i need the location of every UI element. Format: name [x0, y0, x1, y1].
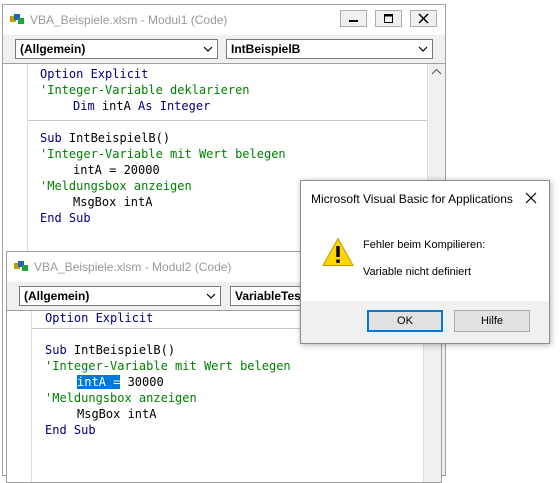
code-line: Option Explicit — [45, 310, 153, 326]
dialog-title: Microsoft Visual Basic for Applications — [311, 192, 513, 206]
code-keyword: Option Explicit — [45, 311, 154, 325]
code-comment: 'Meldungsbox anzeigen — [45, 391, 197, 405]
scroll-up-icon[interactable] — [428, 64, 445, 80]
code-keyword: Dim — [73, 99, 95, 113]
code-line: Sub IntBeispielB() — [45, 342, 175, 358]
error-message-detail: Variable nicht definiert — [363, 266, 472, 278]
compile-error-dialog[interactable]: Microsoft Visual Basic for Applications … — [300, 180, 550, 344]
code-line: End Sub — [40, 210, 91, 226]
code-text: MsgBox intA — [77, 407, 157, 421]
maximize-button[interactable] — [375, 10, 402, 27]
code-line: Dim intA As Integer — [73, 98, 210, 114]
object-combo[interactable]: (Allgemein) — [19, 286, 221, 306]
close-icon[interactable] — [523, 190, 539, 206]
code-line: intA = 20000 — [73, 162, 160, 178]
selected-code: intA = — [77, 375, 121, 389]
procedure-combo[interactable]: VariableTes — [230, 286, 302, 306]
help-button[interactable]: Hilfe — [454, 310, 530, 332]
code-keyword: End Sub — [45, 423, 96, 437]
code-comment: 'Integer-Variable deklarieren — [40, 83, 250, 97]
code-line: Sub IntBeispielB() — [40, 130, 170, 146]
code-comment: 'Meldungsbox anzeigen — [40, 179, 192, 193]
procedure-combo-value: IntBeispielB — [231, 42, 301, 56]
code-comment: 'Integer-Variable mit Wert belegen — [45, 359, 291, 373]
procedure-combo-value: VariableTes — [235, 289, 301, 303]
code-text: IntBeispielB() — [66, 343, 176, 357]
code-gutter[interactable] — [7, 311, 32, 482]
chevron-down-icon — [206, 293, 216, 299]
window-title: VBA_Beispiele.xlsm - Modul2 (Code) — [34, 260, 232, 274]
code-keyword: Option Explicit — [40, 67, 149, 81]
code-line: 'Meldungsbox anzeigen — [45, 390, 197, 406]
minimize-button[interactable] — [340, 10, 367, 27]
close-button[interactable] — [410, 10, 437, 27]
code-toolbar: (Allgemein) IntBeispielB — [3, 35, 445, 63]
code-keyword: Sub — [45, 343, 67, 357]
code-comment: 'Integer-Variable mit Wert belegen — [40, 147, 286, 161]
chevron-down-icon — [418, 46, 428, 52]
warning-icon — [322, 237, 354, 266]
titlebar-modul1[interactable]: VBA_Beispiele.xlsm - Modul1 (Code) — [3, 5, 445, 35]
object-combo[interactable]: (Allgemein) — [15, 39, 218, 59]
code-text: intA = 20000 — [73, 163, 160, 177]
vba-app-icon — [10, 14, 24, 24]
error-message-heading: Fehler beim Kompilieren: — [363, 239, 486, 251]
code-line: End Sub — [45, 422, 96, 438]
code-keyword: End Sub — [40, 211, 91, 225]
ok-button[interactable]: OK — [367, 310, 443, 332]
object-combo-value: (Allgemein) — [20, 42, 86, 56]
window-title: VBA_Beispiele.xlsm - Modul1 (Code) — [30, 13, 228, 27]
code-text: MsgBox intA — [73, 195, 153, 209]
code-text: IntBeispielB() — [61, 131, 171, 145]
code-text: 30000 — [120, 375, 164, 389]
code-line: intA = 30000 — [77, 374, 164, 390]
code-keyword: Sub — [40, 131, 62, 145]
code-line: MsgBox intA — [73, 194, 152, 210]
code-line: 'Integer-Variable mit Wert belegen — [45, 358, 291, 374]
object-combo-value: (Allgemein) — [24, 289, 90, 303]
vba-app-icon — [14, 261, 28, 271]
code-line: MsgBox intA — [77, 406, 156, 422]
chevron-down-icon — [203, 46, 213, 52]
code-keyword: As Integer — [138, 99, 211, 113]
procedure-combo[interactable]: IntBeispielB — [226, 39, 433, 59]
code-line: Option Explicit — [40, 66, 148, 82]
code-line: 'Integer-Variable mit Wert belegen — [40, 146, 286, 162]
code-text: intA — [94, 99, 139, 113]
dialog-footer: OK Hilfe — [301, 301, 549, 343]
code-line: 'Integer-Variable deklarieren — [40, 82, 250, 98]
procedure-separator — [28, 120, 428, 121]
code-line: 'Meldungsbox anzeigen — [40, 178, 192, 194]
